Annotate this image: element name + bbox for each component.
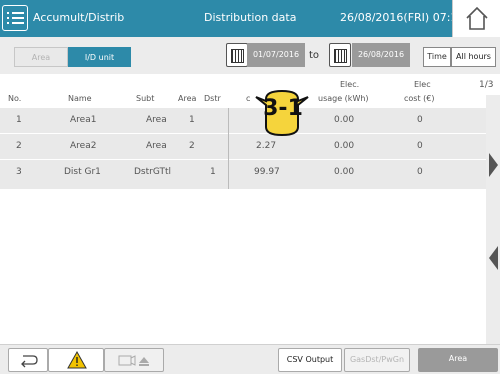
- calendar-icon: [334, 49, 347, 63]
- header-elec-usage-2: usage (kWh): [318, 94, 369, 103]
- cell-usage: 0.00: [334, 115, 355, 125]
- warning-button[interactable]: [48, 348, 104, 372]
- camera-button[interactable]: [104, 348, 164, 372]
- date-to-field[interactable]: 26/08/2016: [352, 43, 410, 67]
- header-dstr: Dstr: [204, 94, 221, 103]
- table-row[interactable]: 1 Area1 Area 1 0.00 0: [0, 108, 486, 134]
- header-name: Name: [68, 94, 92, 103]
- back-icon: [21, 355, 38, 368]
- title-bar: Accumult/Distrib Distribution data 26/08…: [0, 0, 500, 37]
- header-no: No.: [8, 94, 22, 103]
- calendar-to-button[interactable]: [329, 43, 351, 67]
- home-button[interactable]: [452, 0, 500, 37]
- app-title: Accumult/Distrib: [33, 11, 125, 24]
- toolbar: Area I/D unit 01/07/2016 to 26/08/2016 T…: [0, 37, 500, 74]
- cell-no: 3: [16, 167, 22, 177]
- cell-cost: 0: [417, 167, 423, 177]
- table-header: No. Name Subt Area Dstr c Elec. usage (k…: [0, 74, 486, 108]
- table-row[interactable]: 2 Area2 Area 2 2.27 0.00 0: [0, 134, 486, 160]
- calendar-icon: [231, 49, 244, 63]
- back-button[interactable]: [8, 348, 48, 372]
- datetime: 26/08/2016(FRI) 07:14: [340, 11, 465, 24]
- cell-area: 1: [189, 115, 195, 125]
- header-col5: c: [246, 94, 251, 103]
- header-subt: Subt: [136, 94, 155, 103]
- table-row[interactable]: 3 Dist Gr1 DstrGTtl 1 99.97 0.00 0: [0, 160, 486, 190]
- header-elec-cost-2: cost (€): [404, 94, 435, 103]
- cell-cost: 0: [417, 141, 423, 151]
- calendar-from-button[interactable]: [226, 43, 248, 67]
- cell-no: 2: [16, 141, 22, 151]
- bottom-bar: CSV Output GasDst/PwGn Area: [0, 344, 500, 374]
- csv-output-button[interactable]: CSV Output: [278, 348, 342, 372]
- callout-label: 3-1: [263, 96, 303, 121]
- home-icon: [466, 6, 488, 30]
- cell-name: Area2: [70, 141, 97, 151]
- chevron-left-icon[interactable]: [486, 243, 500, 273]
- cell-dstr: 1: [210, 167, 216, 177]
- page-indicator: 1/3: [479, 80, 494, 90]
- table-empty-area: [0, 189, 486, 339]
- header-elec-usage-1: Elec.: [340, 80, 360, 89]
- screen-title: Distribution data: [204, 11, 297, 24]
- menu-icon[interactable]: [2, 5, 28, 31]
- segment-area[interactable]: Area: [14, 47, 68, 67]
- segment-id-unit[interactable]: I/D unit: [68, 47, 131, 67]
- cell-subt: DstrGTtl: [134, 167, 172, 177]
- area-button[interactable]: Area: [418, 348, 498, 372]
- warning-icon: [67, 350, 87, 369]
- time-label: Time: [423, 47, 451, 67]
- header-elec-cost-1: Elec: [414, 80, 431, 89]
- cell-value: 2.27: [256, 141, 277, 151]
- cell-subt: Area: [146, 141, 167, 151]
- chevron-right-icon[interactable]: [486, 150, 500, 180]
- cell-no: 1: [16, 115, 22, 125]
- cell-cost: 0: [417, 115, 423, 125]
- time-selector[interactable]: All hours: [451, 47, 496, 67]
- page-scroll-column: [486, 95, 500, 345]
- cell-area: 2: [189, 141, 195, 151]
- cell-usage: 0.00: [334, 167, 355, 177]
- cell-subt: Area: [146, 115, 167, 125]
- header-area: Area: [178, 94, 197, 103]
- gas-dst-button[interactable]: GasDst/PwGn: [344, 348, 410, 372]
- cell-name: Dist Gr1: [64, 167, 101, 177]
- cell-name: Area1: [70, 115, 97, 125]
- camera-icon: [118, 355, 149, 366]
- column-divider: [228, 108, 229, 189]
- cell-usage: 0.00: [334, 141, 355, 151]
- to-label: to: [309, 50, 320, 61]
- date-from-field[interactable]: 01/07/2016: [247, 43, 305, 67]
- cell-value: 99.97: [254, 167, 280, 177]
